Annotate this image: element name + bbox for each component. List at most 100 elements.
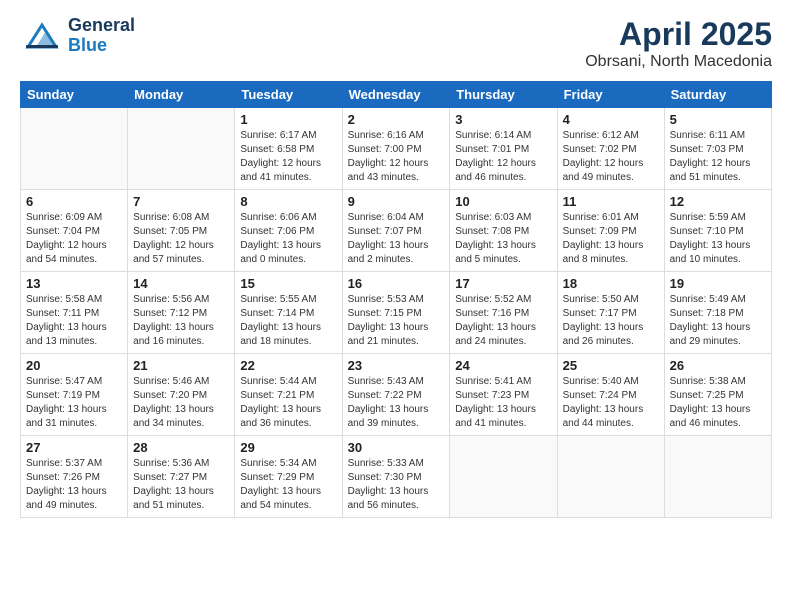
- day-detail: Sunrise: 6:11 AM Sunset: 7:03 PM Dayligh…: [670, 129, 766, 185]
- day-number: 14: [133, 276, 229, 291]
- day-header-thursday: Thursday: [450, 82, 557, 108]
- day-number: 4: [563, 112, 659, 127]
- day-number: 28: [133, 440, 229, 455]
- day-detail: Sunrise: 6:17 AM Sunset: 6:58 PM Dayligh…: [240, 129, 336, 185]
- day-detail: Sunrise: 6:08 AM Sunset: 7:05 PM Dayligh…: [133, 211, 229, 267]
- day-number: 13: [26, 276, 122, 291]
- day-detail: Sunrise: 5:33 AM Sunset: 7:30 PM Dayligh…: [348, 457, 445, 513]
- day-number: 27: [26, 440, 122, 455]
- logo-general-text: General: [68, 16, 135, 36]
- calendar-day: 22 Sunrise: 5:44 AM Sunset: 7:21 PM Dayli…: [235, 354, 342, 436]
- day-number: 20: [26, 358, 122, 373]
- calendar-day: 18 Sunrise: 5:50 AM Sunset: 7:17 PM Dayli…: [557, 272, 664, 354]
- calendar-day: 15 Sunrise: 5:55 AM Sunset: 7:14 PM Dayli…: [235, 272, 342, 354]
- logo: General Blue: [20, 16, 135, 56]
- day-header-monday: Monday: [128, 82, 235, 108]
- calendar-day: 16 Sunrise: 5:53 AM Sunset: 7:15 PM Dayli…: [342, 272, 450, 354]
- day-detail: Sunrise: 5:58 AM Sunset: 7:11 PM Dayligh…: [26, 293, 122, 349]
- calendar-day: 7 Sunrise: 6:08 AM Sunset: 7:05 PM Daylig…: [128, 190, 235, 272]
- day-detail: Sunrise: 5:36 AM Sunset: 7:27 PM Dayligh…: [133, 457, 229, 513]
- calendar-day: 14Sunrise: 5:56 AM Sunset: 7:12 PM Dayli…: [128, 272, 235, 354]
- day-number: 21: [133, 358, 229, 373]
- calendar-body: 1 Sunrise: 6:17 AM Sunset: 6:58 PM Daylig…: [21, 108, 772, 518]
- calendar-day: [21, 108, 128, 190]
- day-detail: Sunrise: 6:09 AM Sunset: 7:04 PM Dayligh…: [26, 211, 122, 267]
- day-number: 5: [670, 112, 766, 127]
- day-number: 3: [455, 112, 551, 127]
- day-number: 19: [670, 276, 766, 291]
- page: General Blue April 2025 Obrsani, North M…: [0, 0, 792, 534]
- day-detail: Sunrise: 5:47 AM Sunset: 7:19 PM Dayligh…: [26, 375, 122, 431]
- calendar-day: 8Sunrise: 6:06 AM Sunset: 7:06 PM Daylig…: [235, 190, 342, 272]
- calendar-day: 29Sunrise: 5:34 AM Sunset: 7:29 PM Dayli…: [235, 436, 342, 518]
- day-number: 22: [240, 358, 336, 373]
- calendar-day: 20 Sunrise: 5:47 AM Sunset: 7:19 PM Dayli…: [21, 354, 128, 436]
- calendar-day: [128, 108, 235, 190]
- calendar-day: 24 Sunrise: 5:41 AM Sunset: 7:23 PM Dayli…: [450, 354, 557, 436]
- day-number: 25: [563, 358, 659, 373]
- day-number: 29: [240, 440, 336, 455]
- day-number: 2: [348, 112, 445, 127]
- calendar-day: 19 Sunrise: 5:49 AM Sunset: 7:18 PM Dayli…: [664, 272, 771, 354]
- calendar-day: 13 Sunrise: 5:58 AM Sunset: 7:11 PM Dayli…: [21, 272, 128, 354]
- day-detail: Sunrise: 5:50 AM Sunset: 7:17 PM Dayligh…: [563, 293, 659, 349]
- calendar-day: 25 Sunrise: 5:40 AM Sunset: 7:24 PM Dayli…: [557, 354, 664, 436]
- calendar-day: 30 Sunrise: 5:33 AM Sunset: 7:30 PM Dayli…: [342, 436, 450, 518]
- calendar-day: 26 Sunrise: 5:38 AM Sunset: 7:25 PM Dayli…: [664, 354, 771, 436]
- calendar-day: 5 Sunrise: 6:11 AM Sunset: 7:03 PM Daylig…: [664, 108, 771, 190]
- calendar-day: 11 Sunrise: 6:01 AM Sunset: 7:09 PM Dayli…: [557, 190, 664, 272]
- day-detail: Sunrise: 5:43 AM Sunset: 7:22 PM Dayligh…: [348, 375, 445, 431]
- header: General Blue April 2025 Obrsani, North M…: [20, 16, 772, 71]
- day-detail: Sunrise: 6:01 AM Sunset: 7:09 PM Dayligh…: [563, 211, 659, 267]
- logo-icon: [20, 17, 64, 55]
- location: Obrsani, North Macedonia: [585, 53, 772, 71]
- day-detail: Sunrise: 6:12 AM Sunset: 7:02 PM Dayligh…: [563, 129, 659, 185]
- day-number: 26: [670, 358, 766, 373]
- calendar-day: [450, 436, 557, 518]
- day-number: 1: [240, 112, 336, 127]
- calendar-day: 12 Sunrise: 5:59 AM Sunset: 7:10 PM Dayli…: [664, 190, 771, 272]
- calendar-day: 27 Sunrise: 5:37 AM Sunset: 7:26 PM Dayli…: [21, 436, 128, 518]
- day-detail: Sunrise: 5:41 AM Sunset: 7:23 PM Dayligh…: [455, 375, 551, 431]
- day-detail: Sunrise: 5:55 AM Sunset: 7:14 PM Dayligh…: [240, 293, 336, 349]
- day-detail: Sunrise: 5:59 AM Sunset: 7:10 PM Dayligh…: [670, 211, 766, 267]
- day-detail: Sunrise: 5:37 AM Sunset: 7:26 PM Dayligh…: [26, 457, 122, 513]
- day-number: 11: [563, 194, 659, 209]
- calendar-header: SundayMondayTuesdayWednesdayThursdayFrid…: [21, 82, 772, 108]
- day-detail: Sunrise: 5:49 AM Sunset: 7:18 PM Dayligh…: [670, 293, 766, 349]
- day-number: 6: [26, 194, 122, 209]
- day-header-tuesday: Tuesday: [235, 82, 342, 108]
- day-detail: Sunrise: 6:03 AM Sunset: 7:08 PM Dayligh…: [455, 211, 551, 267]
- calendar-day: 1 Sunrise: 6:17 AM Sunset: 6:58 PM Daylig…: [235, 108, 342, 190]
- day-number: 7: [133, 194, 229, 209]
- calendar-day: 23Sunrise: 5:43 AM Sunset: 7:22 PM Dayli…: [342, 354, 450, 436]
- day-detail: Sunrise: 6:16 AM Sunset: 7:00 PM Dayligh…: [348, 129, 445, 185]
- day-number: 30: [348, 440, 445, 455]
- day-detail: Sunrise: 5:38 AM Sunset: 7:25 PM Dayligh…: [670, 375, 766, 431]
- calendar-day: 10 Sunrise: 6:03 AM Sunset: 7:08 PM Dayli…: [450, 190, 557, 272]
- calendar-day: 9Sunrise: 6:04 AM Sunset: 7:07 PM Daylig…: [342, 190, 450, 272]
- logo-words: General Blue: [68, 16, 135, 56]
- day-detail: Sunrise: 5:53 AM Sunset: 7:15 PM Dayligh…: [348, 293, 445, 349]
- calendar-week-4: 27 Sunrise: 5:37 AM Sunset: 7:26 PM Dayli…: [21, 436, 772, 518]
- day-detail: Sunrise: 5:44 AM Sunset: 7:21 PM Dayligh…: [240, 375, 336, 431]
- day-number: 12: [670, 194, 766, 209]
- day-detail: Sunrise: 5:52 AM Sunset: 7:16 PM Dayligh…: [455, 293, 551, 349]
- day-detail: Sunrise: 6:04 AM Sunset: 7:07 PM Dayligh…: [348, 211, 445, 267]
- calendar-day: 17Sunrise: 5:52 AM Sunset: 7:16 PM Dayli…: [450, 272, 557, 354]
- day-detail: Sunrise: 5:40 AM Sunset: 7:24 PM Dayligh…: [563, 375, 659, 431]
- day-number: 10: [455, 194, 551, 209]
- day-header-friday: Friday: [557, 82, 664, 108]
- day-header-wednesday: Wednesday: [342, 82, 450, 108]
- title-block: April 2025 Obrsani, North Macedonia: [585, 16, 772, 71]
- header-row: SundayMondayTuesdayWednesdayThursdayFrid…: [21, 82, 772, 108]
- month-title: April 2025: [585, 16, 772, 53]
- day-number: 18: [563, 276, 659, 291]
- day-number: 24: [455, 358, 551, 373]
- day-number: 15: [240, 276, 336, 291]
- day-detail: Sunrise: 6:14 AM Sunset: 7:01 PM Dayligh…: [455, 129, 551, 185]
- calendar-day: 6 Sunrise: 6:09 AM Sunset: 7:04 PM Daylig…: [21, 190, 128, 272]
- day-number: 16: [348, 276, 445, 291]
- day-header-saturday: Saturday: [664, 82, 771, 108]
- logo-blue-text: Blue: [68, 36, 135, 56]
